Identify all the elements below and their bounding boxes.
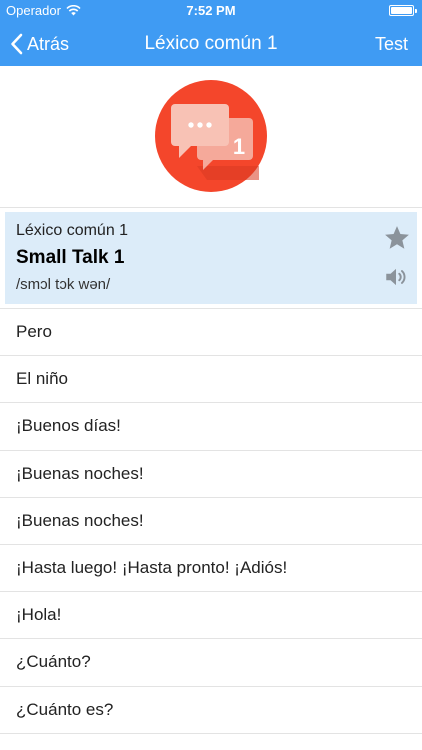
list-item-label: ¡Hasta luego! ¡Hasta pronto! ¡Adiós! — [16, 558, 288, 578]
list-item-label: ¡Buenos días! — [16, 416, 121, 436]
lesson-name: Small Talk 1 — [16, 247, 125, 268]
list-item[interactable]: ¡Hola! — [0, 592, 422, 640]
list-item-label: ¡Buenas noches! — [16, 463, 144, 483]
list-item[interactable]: ¿Cuánto? — [0, 639, 422, 687]
test-button[interactable]: Test — [375, 22, 408, 66]
lesson-card: Léxico común 1 Small Talk 1 /smɔl tɔk wə… — [5, 212, 417, 304]
status-time: 7:52 PM — [186, 3, 236, 18]
lesson-header: 1 — [0, 66, 422, 208]
list-item-label: ¡Buenas noches! — [16, 510, 144, 530]
badge-number: 1 — [233, 134, 245, 159]
back-label: Atrás — [27, 33, 70, 54]
phrase-list: Pero El niño ¡Buenos días! ¡Buenas noche… — [0, 308, 422, 734]
list-item[interactable]: ¡Buenos días! — [0, 403, 422, 451]
speaker-icon[interactable] — [383, 264, 409, 290]
lesson-category: Léxico común 1 — [16, 222, 129, 239]
navigation-bar: Atrás Léxico común 1 Test — [0, 22, 422, 66]
list-item[interactable]: El niño — [0, 356, 422, 404]
list-item-label: ¿Cuánto? — [16, 652, 91, 672]
list-item-label: ¿Cuánto es? — [16, 699, 114, 719]
list-item[interactable]: ¿Cuánto es? — [0, 687, 422, 734]
list-item[interactable]: ¡Hasta luego! ¡Hasta pronto! ¡Adiós! — [0, 545, 422, 593]
list-item[interactable]: ¡Buenas noches! — [0, 498, 422, 545]
back-button[interactable]: Atrás — [10, 22, 69, 66]
star-icon[interactable] — [383, 224, 411, 252]
list-item[interactable]: Pero — [0, 309, 422, 357]
status-bar: Operador 7:52 PM — [0, 0, 422, 22]
lesson-badge-icon: 1 — [155, 80, 267, 192]
list-item-label: ¡Hola! — [16, 605, 62, 625]
list-item-label: El niño — [16, 369, 68, 389]
list-item[interactable]: ¡Buenas noches! — [0, 451, 422, 498]
lesson-phonetic: /smɔl tɔk wən/ — [16, 276, 111, 293]
list-item-label: Pero — [16, 322, 52, 342]
chevron-left-icon — [11, 33, 23, 55]
top-bar: Operador 7:52 PM Atrás Léxico común 1 Te… — [0, 0, 422, 66]
battery-icon — [389, 5, 417, 16]
